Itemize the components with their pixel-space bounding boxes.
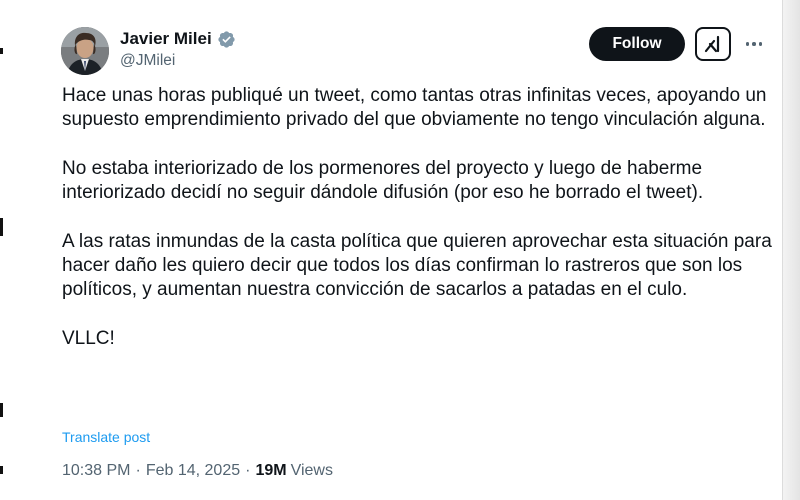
dot [745,42,750,46]
avatar-photo-icon [61,27,109,75]
translate-post-link[interactable]: Translate post [62,429,150,445]
author-name-row[interactable]: Javier Milei [120,29,236,49]
views-count[interactable]: 19M [255,462,286,480]
tweet-paragraph: No estaba interiorizado de los pormenore… [62,157,704,204]
right-page-edge [782,0,800,500]
separator: · [245,462,251,479]
author-info: Javier Milei @JMilei [120,29,236,70]
tweet-header: Javier Milei @JMilei Follow [61,25,763,75]
grok-button[interactable] [695,27,731,61]
follow-button[interactable]: Follow [589,27,685,61]
dot [752,42,756,46]
left-page-edge [0,0,8,500]
grok-icon [704,35,720,53]
more-options-icon[interactable] [741,33,767,55]
edge-mark [0,403,3,417]
tweet-paragraph: VLLC! [62,327,115,349]
tweet-text: Hace unas horas publiqué un tweet, como … [62,84,772,351]
edge-mark [0,48,3,54]
edge-mark [0,218,3,236]
edge-mark [0,466,3,474]
author-display-name[interactable]: Javier Milei [120,29,212,49]
tweet-date[interactable]: Feb 14, 2025 [146,462,240,480]
tweet-time[interactable]: 10:38 PM [62,462,130,480]
tweet-metadata: 10:38 PM · Feb 14, 2025 · 19M Views [62,462,333,480]
separator: · [135,462,141,479]
dot [758,42,763,46]
views-label: Views [290,462,333,479]
author-handle[interactable]: @JMilei [120,52,236,70]
verified-badge-icon[interactable] [217,30,236,49]
avatar[interactable] [61,27,109,75]
tweet-paragraph: Hace unas horas publiqué un tweet, como … [62,85,767,131]
tweet-paragraph: A las ratas inmundas de la casta polític… [62,230,772,301]
tweet-card: Javier Milei @JMilei Follow Hace unas ho… [41,0,783,500]
